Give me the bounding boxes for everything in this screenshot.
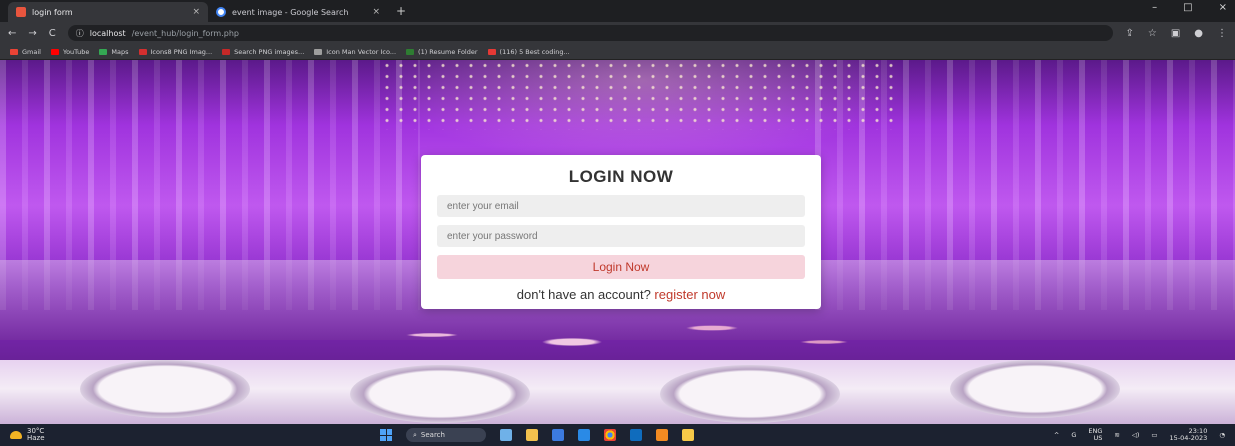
login-heading: LOGIN NOW: [568, 167, 674, 186]
chevron-up-icon[interactable]: ^: [1054, 431, 1059, 439]
globe-icon: [314, 48, 323, 55]
close-tab-icon[interactable]: ×: [372, 7, 380, 17]
folder-icon[interactable]: [682, 429, 694, 441]
png-site-icon: [222, 48, 231, 55]
xampp-icon[interactable]: [656, 429, 668, 441]
weather-haze-icon: [10, 431, 22, 439]
weather-text: 30°C Haze: [27, 428, 45, 442]
system-tray: ^ G ENG US ≋ ◁) ▭ 23:10 15-04-2023 ◔: [1054, 428, 1235, 442]
bookmark-icons8[interactable]: Icons8 PNG Imag...: [138, 47, 213, 56]
plate-decor: [950, 360, 1120, 418]
google-icon[interactable]: G: [1071, 431, 1076, 439]
weather-desc: Haze: [27, 434, 45, 442]
widgets-icon[interactable]: [500, 429, 512, 441]
bookmark-label: (116) 5 Best coding...: [499, 47, 570, 56]
maps-pin-icon: [99, 48, 108, 55]
wifi-icon[interactable]: ≋: [1114, 431, 1119, 439]
login-form-card: LOGIN NOW Login Now don't have an accoun…: [421, 155, 821, 309]
weather-widget[interactable]: 30°C Haze: [0, 428, 380, 442]
email-input[interactable]: [437, 195, 805, 217]
notification-icon[interactable]: ◔: [1219, 431, 1225, 439]
site-favicon-icon: [16, 7, 26, 17]
plate-decor: [350, 365, 530, 423]
folder-icon: [406, 48, 415, 55]
tab-title: event image - Google Search: [232, 7, 349, 17]
sidebar-icon[interactable]: ▣: [1171, 28, 1180, 39]
windows-start-icon[interactable]: [380, 429, 392, 441]
bookmark-gmail[interactable]: Gmail: [10, 48, 41, 56]
menu-kebab-icon[interactable]: ⋮: [1217, 28, 1227, 39]
reload-icon[interactable]: C: [49, 28, 56, 39]
vscode-icon[interactable]: [578, 429, 590, 441]
minimize-icon[interactable]: –: [1152, 2, 1157, 13]
browser-tab-strip: login form × event image - Google Search…: [0, 0, 1235, 22]
mail-icon[interactable]: [630, 429, 642, 441]
tab-login-form[interactable]: login form ×: [8, 2, 208, 22]
back-arrow-icon[interactable]: ←: [8, 28, 16, 39]
url-path: /event_hub/login_form.php: [131, 28, 239, 38]
bookmark-maps[interactable]: Maps: [99, 47, 129, 56]
store-icon[interactable]: [552, 429, 564, 441]
bookmark-label: Maps: [111, 47, 129, 56]
youtube-icon: [487, 48, 496, 55]
login-button[interactable]: Login Now: [437, 255, 805, 279]
region-text: US: [1093, 434, 1103, 442]
bookmark-label: Icon Man Vector Ico...: [326, 47, 397, 56]
window-controls: – □ ×: [1152, 2, 1227, 13]
bookmark-search-png[interactable]: Search PNG images...: [222, 48, 304, 56]
google-favicon-icon: [216, 7, 226, 17]
language-indicator[interactable]: ENG US: [1088, 428, 1102, 442]
close-tab-icon[interactable]: ×: [192, 7, 200, 17]
bookmark-coding[interactable]: (116) 5 Best coding...: [487, 47, 570, 56]
taskbar-search[interactable]: ⌕ Search: [406, 428, 486, 442]
date-text: 15-04-2023: [1169, 434, 1208, 442]
new-tab-button[interactable]: +: [388, 2, 414, 22]
bookmark-iconman[interactable]: Icon Man Vector Ico...: [314, 48, 396, 56]
chrome-icon[interactable]: [604, 429, 616, 441]
profile-avatar-icon[interactable]: ●: [1194, 28, 1203, 39]
file-explorer-icon[interactable]: [526, 429, 538, 441]
maximize-icon[interactable]: □: [1183, 2, 1192, 13]
url-bar[interactable]: ⓘ localhost/event_hub/login_form.php: [67, 25, 1114, 41]
bookmark-youtube[interactable]: YouTube: [50, 47, 90, 56]
fairy-lights-decor: [380, 60, 900, 130]
register-prompt: don't have an account? register now: [437, 287, 805, 302]
search-icon: ⌕: [413, 430, 417, 439]
tab-title: login form: [32, 7, 73, 17]
bookmark-label: Icons8 PNG Imag...: [150, 47, 213, 56]
address-toolbar: ← → C ⓘ localhost/event_hub/login_form.p…: [0, 22, 1235, 44]
search-label: Search: [420, 431, 445, 439]
bookmark-label: (1) Resume Folder: [418, 47, 478, 56]
toolbar-actions: ⇪ ☆ ▣ ● ⋮: [1125, 28, 1227, 39]
volume-icon[interactable]: ◁): [1132, 431, 1140, 439]
register-link[interactable]: register now: [654, 287, 725, 302]
youtube-icon: [50, 48, 59, 55]
bookmark-label: YouTube: [62, 47, 90, 56]
url-host: localhost: [89, 28, 126, 38]
battery-icon[interactable]: ▭: [1151, 431, 1157, 439]
clock[interactable]: 23:10 15-04-2023: [1170, 428, 1208, 442]
tab-google-search[interactable]: event image - Google Search ×: [208, 2, 388, 22]
close-window-icon[interactable]: ×: [1219, 2, 1227, 13]
register-prompt-text: don't have an account?: [516, 287, 651, 302]
bookmark-label: Search PNG images...: [234, 47, 305, 56]
bookmark-resume-folder[interactable]: (1) Resume Folder: [406, 48, 478, 56]
bookmark-label: Gmail: [22, 47, 41, 56]
plate-decor: [80, 360, 250, 418]
info-icon[interactable]: ⓘ: [76, 28, 84, 39]
taskbar-center: ⌕ Search: [380, 428, 694, 442]
forward-arrow-icon[interactable]: →: [28, 28, 36, 39]
password-input[interactable]: [437, 225, 805, 247]
share-icon[interactable]: ⇪: [1125, 28, 1133, 39]
icons8-icon: [138, 48, 147, 55]
bookmarks-bar: Gmail YouTube Maps Icons8 PNG Imag... Se…: [0, 44, 1235, 60]
gmail-icon: [10, 48, 18, 55]
bookmark-star-icon[interactable]: ☆: [1148, 28, 1157, 39]
plate-decor: [660, 365, 840, 423]
os-taskbar: 30°C Haze ⌕ Search ^ G ENG US ≋ ◁) ▭ 23:…: [0, 424, 1235, 446]
